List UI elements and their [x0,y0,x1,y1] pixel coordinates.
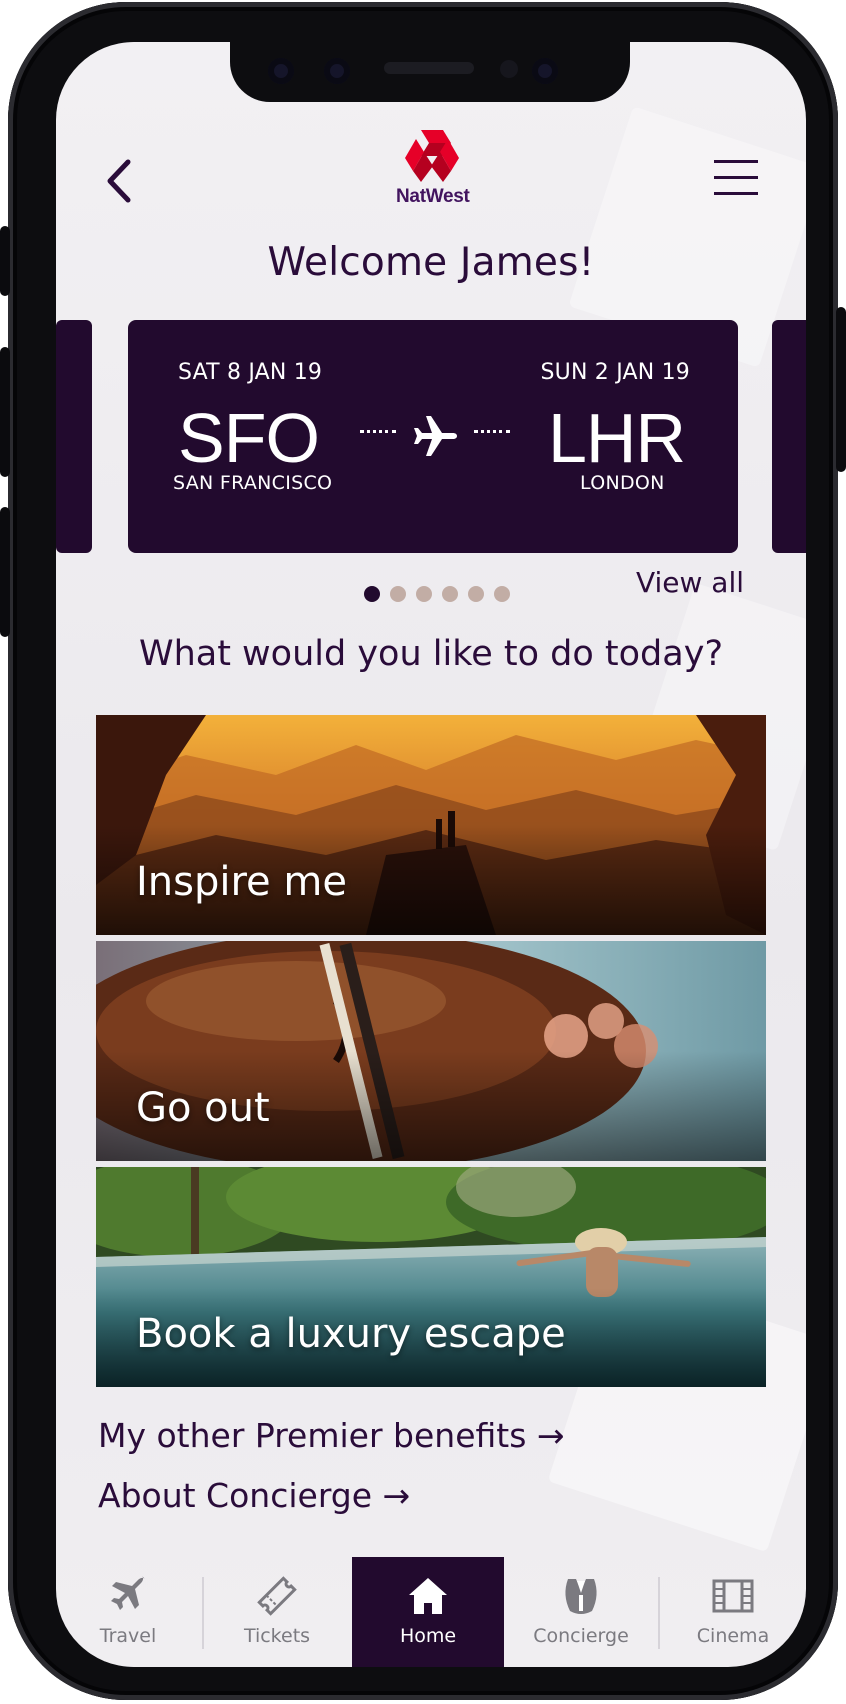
camera-icon [324,58,350,84]
chevron-left-icon [107,159,131,203]
departure-date: SAT 8 JAN 19 [178,360,323,385]
section-heading: What would you like to do today? [138,634,724,674]
volume-up-button [0,347,10,477]
natwest-logo[interactable]: NatWest [396,128,470,208]
hamburger-menu-icon [714,160,758,195]
about-concierge-link[interactable]: About Concierge → [98,1476,410,1515]
logo-text: NatWest [396,186,470,207]
airplane-icon [414,416,457,456]
bottom-tab-bar: Travel Tickets Home Concierge Cinema [56,1557,806,1667]
inspire-me-tile[interactable]: Inspire me [96,715,766,935]
camera-icon [268,58,294,84]
next-flight-card[interactable] [772,320,806,553]
tab-label: Concierge [533,1625,629,1647]
tab-label: Travel [99,1625,157,1647]
tab-home[interactable]: Home [352,1557,504,1667]
route-dots [360,430,396,433]
sensor-icon [500,60,518,78]
tab-label: Cinema [696,1625,770,1647]
back-button[interactable] [100,154,140,208]
premier-benefits-link[interactable]: My other Premier benefits → [98,1416,565,1455]
flight-card[interactable]: SAT 8 JAN 19 SFO SAN FRANCISCO SUN 2 JAN… [128,320,738,553]
arrival-code: LHR [548,399,686,477]
pagination-dot-active[interactable] [364,585,380,602]
home-icon [409,1578,447,1614]
carousel-pagination[interactable] [364,583,520,603]
phone-frame: NatWest Welcome James! SAT 8 JAN 19 SFO … [0,2,846,1700]
departure-city: SAN FRANCISCO [173,472,333,494]
power-button [836,307,846,472]
camera-icon [532,58,558,84]
notch [230,42,630,102]
tuxedo-icon [565,1579,597,1614]
film-icon [712,1579,754,1613]
tab-label: Tickets [243,1625,311,1647]
menu-button[interactable] [712,156,760,200]
tab-concierge[interactable]: Concierge [506,1557,656,1667]
tab-travel[interactable]: Travel [56,1557,200,1667]
speaker-grille [384,62,474,74]
app-screen: NatWest Welcome James! SAT 8 JAN 19 SFO … [56,42,806,1667]
arrival-date: SUN 2 JAN 19 [540,360,690,385]
arrival-city: LONDON [580,472,665,494]
pagination-dot[interactable] [390,585,406,602]
pagination-dot[interactable] [468,585,484,602]
welcome-heading: Welcome James! [267,240,595,285]
luxury-escape-tile[interactable]: Book a luxury escape [96,1167,766,1387]
route-dots [474,430,510,433]
ticket-icon [257,1576,297,1616]
go-out-tile[interactable]: Go out [96,941,766,1161]
previous-flight-card[interactable] [56,320,92,553]
mute-switch [0,226,10,296]
view-all-link[interactable]: View all [636,566,744,599]
tile-label: Book a luxury escape [136,1311,566,1357]
tile-label: Go out [136,1085,270,1131]
pagination-dot[interactable] [416,585,432,602]
airplane-icon [111,1576,145,1610]
volume-down-button [0,507,10,637]
tab-tickets[interactable]: Tickets [204,1557,350,1667]
tab-cinema[interactable]: Cinema [660,1557,806,1667]
pagination-dot[interactable] [494,585,510,602]
natwest-cubes-icon [405,130,459,182]
tab-label: Home [399,1625,457,1647]
departure-code: SFO [178,399,320,477]
pagination-dot[interactable] [442,585,458,602]
tile-label: Inspire me [136,859,347,905]
